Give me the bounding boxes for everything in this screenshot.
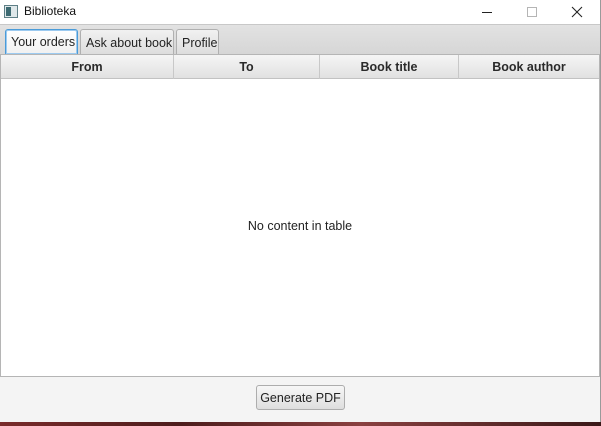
tab-bar: Your orders Ask about book Profile [0,24,600,55]
close-icon [571,6,582,18]
minimize-icon [481,11,492,13]
tab-your-orders[interactable]: Your orders [5,29,78,55]
desktop-background-strip [0,422,601,426]
column-header-book-author[interactable]: Book author [459,55,599,79]
close-button[interactable] [554,0,599,24]
app-window-icon [4,5,18,18]
table-placeholder: No content in table [247,219,353,233]
column-header-book-title[interactable]: Book title [320,55,459,79]
tab-ask-about-book[interactable]: Ask about book [80,29,174,55]
maximize-icon [526,7,537,17]
app-window: Biblioteka Your orders Ask about book Pr… [0,0,601,426]
generate-pdf-button[interactable]: Generate PDF [256,385,345,410]
minimize-button[interactable] [464,0,509,24]
column-header-to[interactable]: To [174,55,320,79]
column-header-from[interactable]: From [1,55,174,79]
action-bar: Generate PDF [0,377,600,425]
tab-profile[interactable]: Profile [176,29,219,55]
orders-table[interactable]: From To Book title Book author No conten… [0,54,600,377]
maximize-button[interactable] [509,0,554,24]
window-title: Biblioteka [24,4,77,18]
table-header: From To Book title Book author [1,55,599,79]
title-bar[interactable]: Biblioteka [0,0,600,24]
